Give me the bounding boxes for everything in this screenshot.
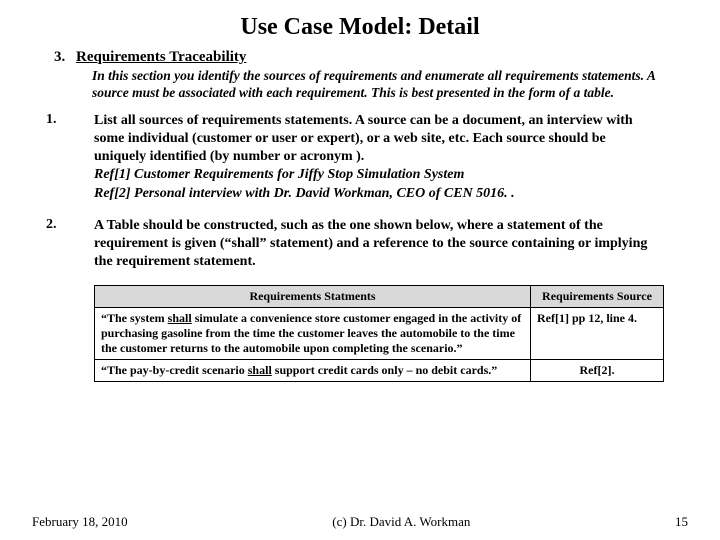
item-body: A Table should be constructed, such as t…: [94, 217, 658, 272]
src-cell: Ref[2].: [531, 360, 664, 382]
table-row: “The pay-by-credit scenario shall suppor…: [95, 360, 664, 382]
footer: February 18, 2010 (c) Dr. David A. Workm…: [32, 514, 688, 530]
list-item: 1. List all sources of requirements stat…: [46, 112, 658, 203]
src-cell: Ref[1] pp 12, line 4.: [531, 308, 664, 360]
stmt-pre: “The system: [101, 311, 168, 325]
list-item: 2. A Table should be constructed, such a…: [46, 217, 658, 272]
footer-copyright: (c) Dr. David A. Workman: [332, 514, 470, 530]
section-line: 3. Requirements Traceability: [54, 49, 688, 66]
table-header-row: Requirements Statments Requirements Sour…: [95, 286, 664, 308]
section-intro: In this section you identify the sources…: [92, 68, 658, 102]
footer-date: February 18, 2010: [32, 514, 128, 530]
slide: Use Case Model: Detail 3. Requirements T…: [0, 0, 720, 540]
stmt-shall: shall: [248, 363, 272, 377]
item-number: 1.: [46, 112, 94, 203]
item-text: A Table should be constructed, such as t…: [94, 218, 647, 269]
item-refs: Ref[1] Customer Requirements for Jiffy S…: [94, 167, 515, 200]
stmt-cell: “The pay-by-credit scenario shall suppor…: [95, 360, 531, 382]
stmt-shall: shall: [168, 311, 192, 325]
item-text: List all sources of requirements stateme…: [94, 113, 633, 164]
footer-page: 15: [675, 514, 688, 530]
header-statements: Requirements Statments: [95, 286, 531, 308]
section-heading: Requirements Traceability: [76, 49, 246, 66]
table-row: “The system shall simulate a convenience…: [95, 308, 664, 360]
item-body: List all sources of requirements stateme…: [94, 112, 658, 203]
header-source: Requirements Source: [531, 286, 664, 308]
stmt-post: support credit cards only – no debit car…: [272, 363, 497, 377]
stmt-pre: “The pay-by-credit scenario: [101, 363, 248, 377]
requirements-table: Requirements Statments Requirements Sour…: [94, 285, 664, 382]
section-number: 3.: [54, 49, 76, 66]
item-number: 2.: [46, 217, 94, 272]
slide-title: Use Case Model: Detail: [32, 14, 688, 41]
stmt-cell: “The system shall simulate a convenience…: [95, 308, 531, 360]
